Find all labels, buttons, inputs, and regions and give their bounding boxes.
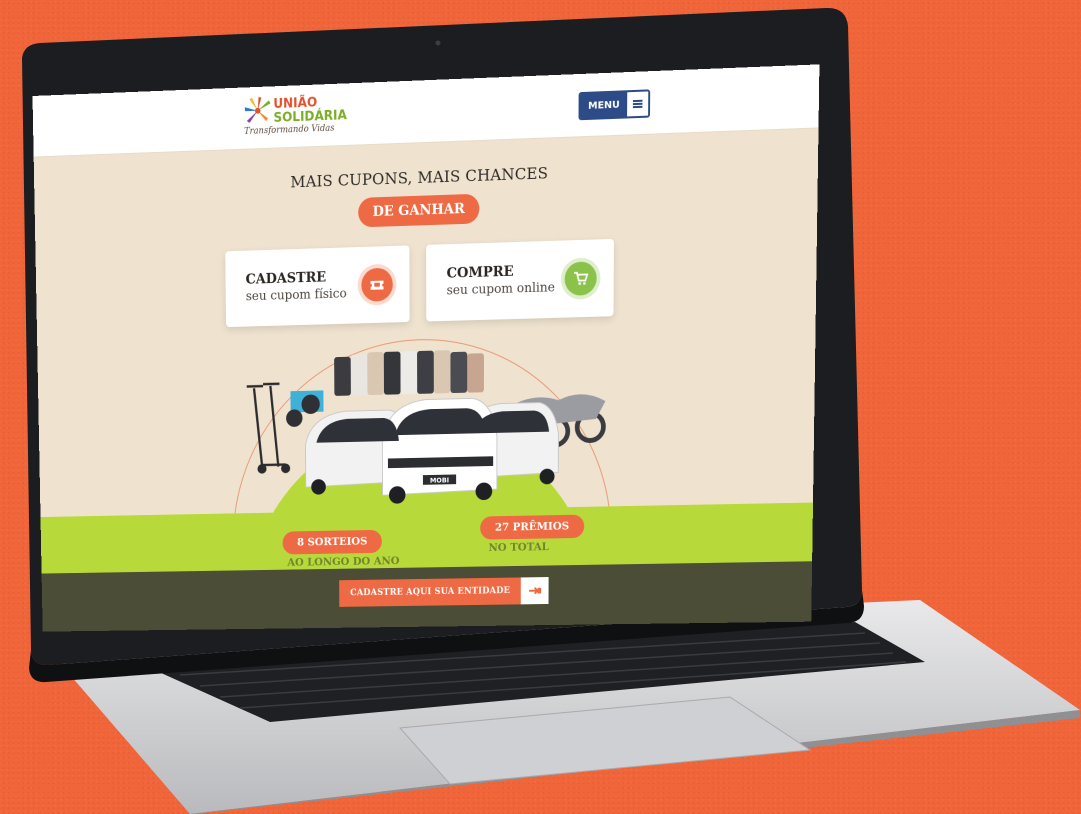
card-subtitle: seu cupom online [446,280,555,299]
cars-icon [305,396,558,504]
car-plate-text: MOBI [430,476,449,485]
draws-count-pill: 8 SORTEIOS [282,529,383,555]
logo-tagline: Transformando Vidas [244,123,335,137]
menu-button[interactable]: MENU [578,89,651,121]
menu-label: MENU [580,92,628,119]
hamburger-icon [627,91,649,117]
ticket-icon [361,267,393,302]
logo-line2: SOLIDÁRIA [273,108,347,126]
draws-caption: AO LONGO DO ANO [287,554,400,569]
hero-headline: MAIS CUPONS, MAIS CHANCES [290,163,549,192]
cart-icon [564,261,597,296]
prizes-count-pill: 27 PRÊMIOS [480,514,585,540]
site-header: UNIÃO SOLIDÁRIA Transformando Vidas MENU [32,64,820,158]
laptop-screen: UNIÃO SOLIDÁRIA Transformando Vidas MENU… [32,64,820,632]
hero-highlight-pill: DE GANHAR [358,193,480,228]
logo-wordmark: UNIÃO SOLIDÁRIA [273,95,347,126]
register-entity-button[interactable]: CADASTRE AQUI SUA ENTIDADE [339,577,550,607]
prizes-illustration: MOBI [247,350,615,504]
card-subtitle: seu cupom físico [245,286,347,305]
card-title: COMPRE [446,263,514,282]
hand-pointer-icon [521,577,550,605]
prizes-caption: NO TOTAL [488,540,549,554]
scooters-icon [247,384,286,468]
site-logo[interactable]: UNIÃO SOLIDÁRIA Transformando Vidas [244,92,374,141]
card-title: CADASTRE [245,269,327,288]
cta-label: CADASTRE AQUI SUA ENTIDADE [339,577,522,607]
register-coupon-card[interactable]: CADASTRE seu cupom físico [225,245,410,328]
hands-logo-icon [244,96,271,123]
phones-icon [334,350,484,396]
buy-coupon-card[interactable]: COMPRE seu cupom online [426,238,614,322]
